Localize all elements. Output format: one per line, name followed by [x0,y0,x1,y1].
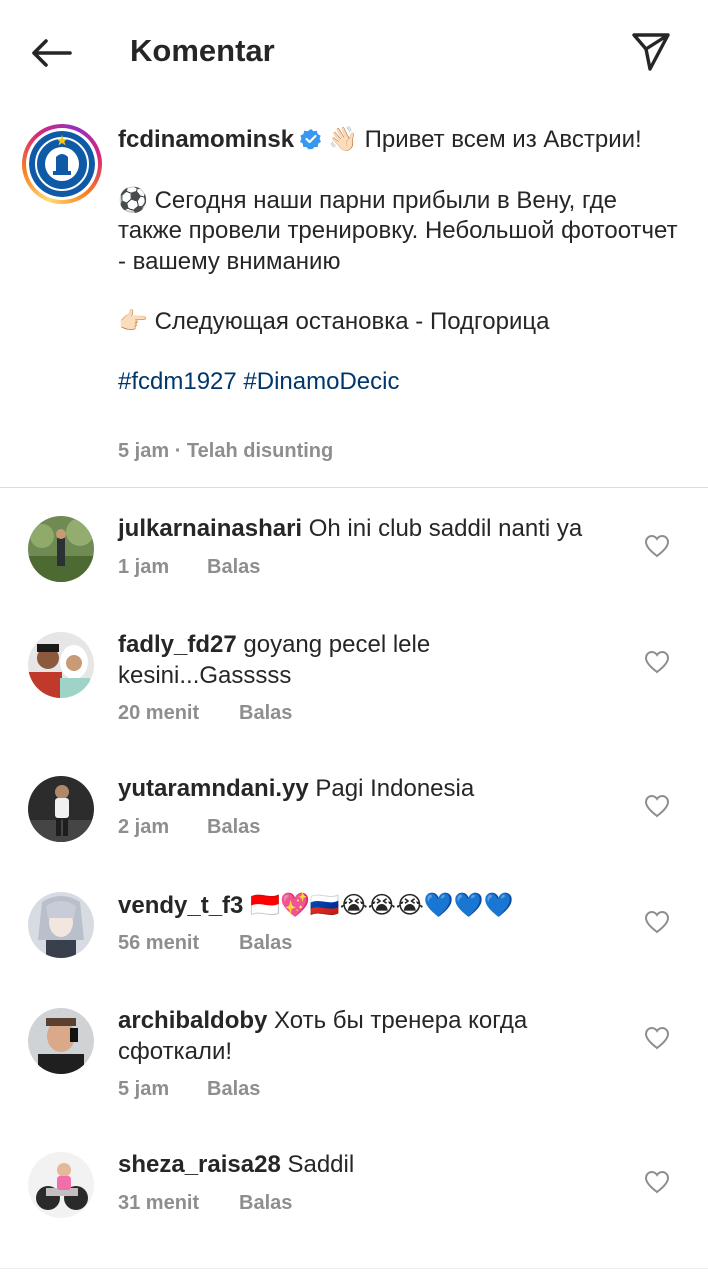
heart-icon[interactable] [644,793,670,819]
divider [0,1268,708,1269]
post-caption: fcdinamominsk 👋🏻 Привет всем из Австрии! … [0,118,708,488]
comment-text: yutaramndani.yy Pagi Indonesia [118,774,628,805]
comment-text: julkarnainashari Oh ini club saddil nant… [118,514,628,545]
heart-icon[interactable] [644,909,670,935]
heart-icon[interactable] [644,533,670,559]
comment-username[interactable]: archibaldoby [118,1007,267,1034]
avatar-photo [28,632,94,698]
avatar-photo [28,776,94,842]
hashtags: #fcdm1927 #DinamoDecic [118,367,678,398]
ball-emoji: ⚽ [118,185,148,214]
back-button[interactable] [28,30,74,76]
heart-icon[interactable] [644,1169,670,1195]
edited-label: · Telah disunting [174,440,334,462]
comment-content: 🇮🇩💖🇷🇺😭😭😭💙💙💙 [250,891,514,919]
arrow-left-icon [32,39,72,67]
comment-time: 31 menit [118,1192,200,1214]
comment-content: Oh ini club saddil nanti ya [308,515,583,542]
caption-line-2: Сегодня наши парни прибыли в Вену, где т… [118,186,678,275]
caption-line-3: Следующая остановка - Подгорица [154,308,550,335]
avatar[interactable] [28,776,94,842]
avatar-photo [28,516,94,582]
divider [0,487,708,488]
comment-username[interactable]: julkarnainashari [118,515,302,542]
avatar[interactable] [28,632,94,698]
paper-plane-icon [632,33,670,71]
comment-username[interactable]: sheza_raisa28 [118,1151,281,1178]
comment-text: sheza_raisa28 Saddil [118,1150,628,1181]
comment-content: Saddil [287,1151,355,1178]
comment-time: 5 jam [118,1078,170,1100]
reply-button[interactable]: Balas [239,932,292,955]
heart-icon[interactable] [644,649,670,675]
caption-line-1: Привет всем из Австрии! [364,126,642,153]
avatar[interactable] [28,892,94,958]
comment-content: Pagi Indonesia [315,775,475,802]
caption-username[interactable]: fcdinamominsk [118,126,294,153]
caption-time: 5 jam [118,440,170,462]
comment-time: 20 menit [118,702,200,724]
avatar[interactable] [28,1152,94,1218]
hashtag-link[interactable]: #fcdm1927 [118,368,237,395]
avatar[interactable] [28,516,94,582]
comment-username[interactable]: fadly_fd27 [118,631,237,658]
club-logo-icon [29,131,95,197]
avatar-photo [28,1152,94,1218]
comment-time: 1 jam [118,556,170,578]
verified-badge-icon [300,129,322,150]
comment-text: fadly_fd27 goyang pecel lele kesini...Ga… [118,630,498,691]
wave-emoji: 👋🏻 [328,125,358,153]
comment-text: archibaldoby Хоть бы тренера когда сфотк… [118,1006,598,1067]
reply-button[interactable]: Balas [207,816,260,839]
story-ring[interactable] [22,124,102,204]
pointing-emoji: 👉🏻 [118,307,148,335]
share-button[interactable] [626,26,676,76]
reply-button[interactable]: Balas [207,556,260,579]
comment-username[interactable]: vendy_t_f3 [118,892,243,919]
reply-button[interactable]: Balas [239,702,292,725]
avatar-photo [28,1008,94,1074]
caption-meta: 5 jam · Telah disunting [118,440,333,463]
heart-icon[interactable] [644,1025,670,1051]
avatar [29,131,95,197]
comment-username[interactable]: yutaramndani.yy [118,775,309,802]
page-title: Komentar [130,33,275,68]
avatar-photo [28,892,94,958]
reply-button[interactable]: Balas [207,1078,260,1101]
comment-text: vendy_t_f3 🇮🇩💖🇷🇺😭😭😭💙💙💙 [118,890,628,922]
comment-time: 2 jam [118,816,170,838]
top-bar: Komentar [0,0,708,100]
avatar[interactable] [28,1008,94,1074]
hashtag-link[interactable]: #DinamoDecic [243,368,399,395]
comment-time: 56 menit [118,932,200,954]
caption-text: fcdinamominsk 👋🏻 Привет всем из Австрии! … [118,124,678,397]
reply-button[interactable]: Balas [239,1192,292,1215]
